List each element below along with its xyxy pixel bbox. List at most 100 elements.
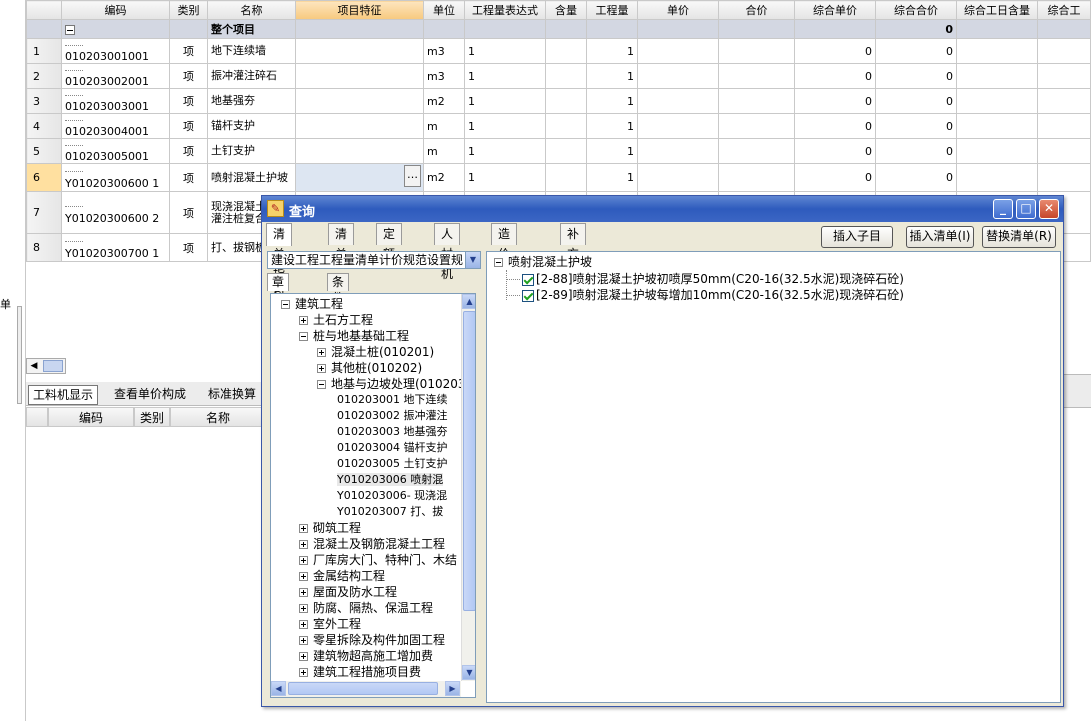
tree-node[interactable]: 桩与地基基础工程 <box>299 328 409 344</box>
header-code[interactable]: 编码 <box>61 0 170 20</box>
tree-node[interactable]: 建筑物超高施工增加费 <box>299 648 433 664</box>
row-unit-price[interactable] <box>637 63 719 89</box>
row-labor[interactable] <box>1037 38 1091 64</box>
row-labor-content[interactable] <box>956 88 1038 114</box>
tree-node[interactable]: Y010203006 喷射混 <box>337 472 444 488</box>
result-item[interactable]: [2-88]喷射混凝土护坡初喷厚50mm(C20-16(32.5水泥)现浇碎石砼… <box>506 271 904 287</box>
table-row[interactable]: 2 010203002001 项振冲灌注碎石 m3 1 1 0 0 <box>26 63 1091 89</box>
row-type[interactable]: 项 <box>169 191 208 234</box>
tree-node[interactable]: 混凝土及钢筋混凝土工程 <box>299 536 445 552</box>
expand-icon[interactable] <box>299 540 308 549</box>
row-unit-price[interactable] <box>637 138 719 164</box>
expand-icon[interactable] <box>299 668 308 677</box>
row-unit-price[interactable] <box>637 163 719 192</box>
row-feature[interactable]: … <box>295 163 424 192</box>
tree-hscroll-thumb[interactable] <box>288 682 438 695</box>
tab-material-display[interactable]: 工料机显示 <box>28 385 99 405</box>
header-quantity[interactable]: 工程量 <box>586 0 638 20</box>
tree-node[interactable]: 010203002 振冲灌注 <box>337 408 447 424</box>
tree-vscroll-thumb[interactable] <box>463 311 475 611</box>
row-labor[interactable] <box>1037 138 1091 164</box>
header-comp-unit-price[interactable]: 综合单价 <box>794 0 876 20</box>
tree-node[interactable]: 建筑工程措施项目费 <box>299 664 421 680</box>
row-content[interactable] <box>545 63 587 89</box>
bottom-header-code[interactable]: 编码 <box>48 407 134 427</box>
expand-icon[interactable] <box>317 364 326 373</box>
scroll-left-icon[interactable]: ◀ <box>271 681 286 696</box>
row-code[interactable]: 010203001001 <box>61 38 170 64</box>
row-labor[interactable] <box>1037 63 1091 89</box>
row-total-price[interactable] <box>718 113 795 139</box>
row-type[interactable]: 项 <box>169 63 208 89</box>
row-unit[interactable]: m <box>423 138 465 164</box>
header-labor[interactable]: 综合工 <box>1037 0 1091 20</box>
tab-cost-info[interactable]: 造价信息 <box>491 223 518 301</box>
header-name[interactable]: 名称 <box>207 0 296 20</box>
expand-icon[interactable] <box>299 604 308 613</box>
tab-supplement-materials[interactable]: 补充人材机 <box>560 223 587 321</box>
header-total-price[interactable]: 合价 <box>718 0 795 20</box>
row-name[interactable]: 土钉支护 <box>207 138 296 164</box>
row-name[interactable]: 锚杆支护 <box>207 113 296 139</box>
row-name[interactable]: 喷射混凝土护坡 <box>207 163 296 192</box>
row-unit-price[interactable] <box>637 38 719 64</box>
row-content[interactable] <box>545 113 587 139</box>
tree-node[interactable]: 土石方工程 <box>299 312 373 328</box>
expand-icon[interactable] <box>299 620 308 629</box>
tree-node[interactable]: 厂库房大门、特种门、木结 <box>299 552 457 568</box>
row-comp-unit-price[interactable]: 0 <box>794 138 876 164</box>
row-code[interactable]: 010203004001 <box>61 113 170 139</box>
expand-icon[interactable] <box>299 588 308 597</box>
row-comp-total[interactable]: 0 <box>875 63 957 89</box>
expand-icon[interactable] <box>299 524 308 533</box>
row-labor[interactable] <box>1037 88 1091 114</box>
row-code[interactable]: 010203002001 <box>61 63 170 89</box>
result-root[interactable]: 喷射混凝土护坡 <box>494 254 592 270</box>
tree-node[interactable]: 建筑工程 <box>281 296 343 312</box>
header-comp-total[interactable]: 综合合价 <box>875 0 957 20</box>
row-type[interactable]: 项 <box>169 163 208 192</box>
row-name[interactable]: 振冲灌注碎石 <box>207 63 296 89</box>
tab-condition-query[interactable]: 条件查询 <box>327 273 350 337</box>
row-comp-unit-price[interactable]: 0 <box>794 38 876 64</box>
row-unit[interactable]: m3 <box>423 63 465 89</box>
tree-node[interactable]: 零星拆除及构件加固工程 <box>299 632 445 648</box>
row-type[interactable]: 项 <box>169 233 208 262</box>
result-checkbox[interactable] <box>522 273 534 286</box>
row-quantity[interactable]: 1 <box>586 138 638 164</box>
row-quantity[interactable]: 1 <box>586 38 638 64</box>
expand-icon[interactable] <box>299 556 308 565</box>
row-type[interactable]: 项 <box>169 138 208 164</box>
tab-list-guide[interactable]: 清单指引 <box>266 223 293 301</box>
expand-icon[interactable] <box>299 652 308 661</box>
scroll-right-icon[interactable]: ▶ <box>445 681 460 696</box>
row-expression[interactable]: 1 <box>464 63 546 89</box>
row-unit[interactable]: m3 <box>423 38 465 64</box>
row-content[interactable] <box>545 138 587 164</box>
row-code[interactable]: Y01020300600 1 <box>61 163 170 192</box>
row-type[interactable]: 项 <box>169 88 208 114</box>
header-rownum[interactable] <box>26 0 62 20</box>
row-feature[interactable] <box>295 63 424 89</box>
group-row[interactable]: 整个项目 0 <box>26 19 1091 39</box>
expand-icon[interactable] <box>299 636 308 645</box>
row-code[interactable]: 010203005001 <box>61 138 170 164</box>
ellipsis-button[interactable]: … <box>404 165 421 187</box>
row-quantity[interactable]: 1 <box>586 88 638 114</box>
collapse-icon[interactable] <box>317 380 326 389</box>
collapse-icon[interactable] <box>299 332 308 341</box>
bottom-header-name[interactable]: 名称 <box>170 407 266 427</box>
dialog-title-bar[interactable]: ✎ 查询 _ □ ✕ <box>262 196 1063 222</box>
result-item[interactable]: [2-89]喷射混凝土护坡每增加10mm(C20-16(32.5水泥)现浇碎石砼… <box>506 287 904 303</box>
row-labor-content[interactable] <box>956 63 1038 89</box>
minimize-button[interactable]: _ <box>993 199 1013 219</box>
expand-icon[interactable] <box>299 316 308 325</box>
header-type[interactable]: 类别 <box>169 0 208 20</box>
group-toggle[interactable] <box>61 19 170 39</box>
row-quantity[interactable]: 1 <box>586 113 638 139</box>
header-unit[interactable]: 单位 <box>423 0 465 20</box>
row-labor-content[interactable] <box>956 113 1038 139</box>
result-checkbox[interactable] <box>522 289 534 302</box>
row-code[interactable]: Y01020300600 2 <box>61 191 170 234</box>
tree-node[interactable]: 室外工程 <box>299 616 361 632</box>
